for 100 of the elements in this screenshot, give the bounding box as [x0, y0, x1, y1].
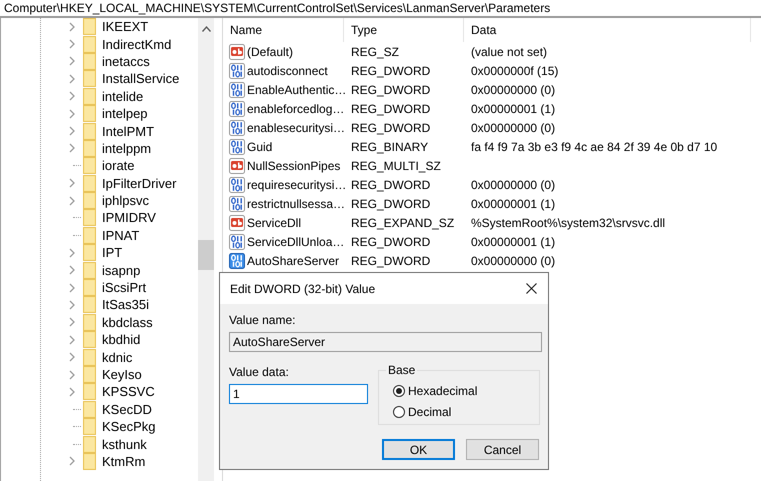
- scroll-up-icon: [202, 26, 210, 32]
- tree-item[interactable]: iScsiPrt: [102, 280, 146, 296]
- folder-icon: [83, 279, 96, 296]
- tree-item[interactable]: IPT: [102, 245, 122, 260]
- tree-item[interactable]: isapnp: [102, 262, 140, 278]
- folder-icon: [83, 105, 96, 122]
- dialog-button[interactable]: Cancel: [466, 439, 539, 460]
- scroll-thumb[interactable]: [198, 240, 214, 270]
- column-header[interactable]: Data: [464, 18, 751, 42]
- value-name[interactable]: requiresecuritysi…: [247, 178, 346, 192]
- value-name[interactable]: restrictnullsessa…: [247, 196, 346, 210]
- folder-icon: [83, 296, 96, 314]
- tree-item[interactable]: KtmRm: [102, 454, 146, 469]
- tree-item[interactable]: ItSas35i: [102, 297, 149, 312]
- tree-item[interactable]: KSecPkg: [102, 419, 156, 434]
- value-type: REG_DWORD: [350, 196, 432, 210]
- value-type: REG_BINARY: [350, 140, 430, 154]
- value-data: 0x0000000f (15): [471, 64, 558, 78]
- folder-icon: [83, 262, 96, 279]
- tree-item[interactable]: kbdclass: [102, 314, 153, 330]
- value-type: REG_MULTI_SZ: [350, 158, 442, 172]
- value-data: 0x00000000 (0): [471, 178, 556, 192]
- folder-icon: [83, 52, 96, 70]
- value-name[interactable]: autodisconnect: [247, 64, 328, 78]
- tree-item[interactable]: intelppm: [102, 140, 152, 156]
- close-icon: [526, 283, 536, 294]
- value-name[interactable]: ServiceDll: [247, 216, 302, 230]
- value-data: (value not set): [471, 44, 548, 58]
- value-name[interactable]: Guid: [247, 140, 272, 154]
- tree-item[interactable]: IntelPMT: [102, 124, 154, 139]
- folder-icon: [83, 226, 96, 244]
- value-type: REG_DWORD: [350, 254, 432, 268]
- value-type: REG_SZ: [350, 44, 400, 58]
- value-data: 0x00000000 (0): [471, 120, 556, 134]
- tree-item[interactable]: intelide: [102, 88, 144, 104]
- folder-icon: [83, 348, 96, 366]
- tree-item[interactable]: IKEEXT: [102, 19, 148, 34]
- folder-icon: [83, 366, 96, 383]
- folder-icon: [83, 122, 96, 140]
- folder-icon: [83, 314, 96, 331]
- folder-icon: [83, 36, 96, 53]
- value-name[interactable]: enablesecuritysi…: [247, 120, 346, 134]
- value-name[interactable]: AutoShareServer: [247, 254, 340, 268]
- column-header[interactable]: Type: [344, 18, 464, 42]
- folder-icon: [83, 140, 96, 157]
- value-type: REG_DWORD: [350, 102, 432, 116]
- value-name[interactable]: NullSessionPipes: [247, 158, 340, 172]
- radio-label[interactable]: Decimal: [408, 404, 452, 418]
- folder-icon: [83, 436, 96, 453]
- value-data-field[interactable]: 1: [229, 384, 368, 404]
- value-type: REG_DWORD: [350, 120, 432, 134]
- tree-item[interactable]: InstallService: [102, 71, 180, 86]
- value-data: fa f4 f9 7a 3b e3 f9 4c ae 84 2f 39 4e 0b d7 10: [471, 140, 718, 154]
- value-name[interactable]: EnableAuthentic…: [247, 82, 346, 96]
- value-name[interactable]: enableforcedlog…: [247, 102, 344, 116]
- scrollbar[interactable]: [198, 18, 214, 481]
- value-data: 0x00000000 (0): [471, 82, 556, 96]
- tree-item[interactable]: ksthunk: [102, 436, 147, 452]
- value-data: 0x00000001 (1): [471, 234, 556, 248]
- dialog-title: Edit DWORD (32-bit) Value: [230, 282, 376, 296]
- tree-item[interactable]: IPNAT: [102, 228, 140, 243]
- tree-item[interactable]: iphlpsvc: [102, 193, 149, 208]
- value-type: REG_DWORD: [350, 178, 432, 192]
- folder-icon: [83, 174, 96, 192]
- folder-icon: [83, 157, 96, 174]
- dialog-button[interactable]: OK: [382, 439, 455, 460]
- folder-icon: [83, 192, 96, 210]
- tree-item[interactable]: KeyIso: [102, 367, 142, 382]
- tree-item[interactable]: KSecDD: [102, 402, 152, 417]
- tree-item[interactable]: IpFilterDriver: [102, 176, 176, 191]
- tree-item[interactable]: IndirectKmd: [102, 36, 172, 52]
- value-name[interactable]: (Default): [247, 44, 294, 58]
- tree-item[interactable]: intelpep: [102, 106, 148, 122]
- tree-item[interactable]: IPMIDRV: [102, 210, 156, 226]
- value-type: REG_DWORD: [350, 234, 432, 248]
- value-type: REG_EXPAND_SZ: [350, 216, 456, 230]
- folder-icon: [83, 244, 96, 262]
- value-name-field[interactable]: AutoShareServer: [229, 332, 542, 352]
- tree-item[interactable]: inetaccs: [102, 54, 150, 69]
- tree-item[interactable]: kbdhid: [102, 332, 140, 348]
- tree-item[interactable]: iorate: [102, 158, 135, 174]
- value-data: 0x00000001 (1): [471, 196, 556, 210]
- radio-button[interactable]: [393, 406, 405, 418]
- folder-icon: [83, 209, 96, 226]
- folder-icon: [83, 70, 96, 88]
- folder-icon: [83, 88, 96, 105]
- value-type: REG_DWORD: [350, 64, 432, 78]
- value-data: 0x00000000 (0): [471, 254, 556, 268]
- radio-label[interactable]: Hexadecimal: [408, 384, 478, 398]
- value-name[interactable]: ServiceDllUnloa…: [247, 234, 344, 248]
- field-label: Value name:: [229, 312, 296, 328]
- column-header[interactable]: Name: [223, 18, 344, 42]
- tree-item[interactable]: KPSSVC: [102, 384, 155, 400]
- field-label: Value data:: [229, 364, 290, 380]
- folder-icon: [83, 383, 96, 400]
- address-bar[interactable]: Computer\HKEY_LOCAL_MACHINE\SYSTEM\CurrentControlSet\Services\LanmanServer\Parameters: [0, 0, 761, 18]
- value-data: 0x00000001 (1): [471, 102, 556, 116]
- radio-button[interactable]: [393, 384, 405, 396]
- tree-item[interactable]: kdnic: [102, 350, 132, 365]
- folder-icon: [83, 452, 96, 470]
